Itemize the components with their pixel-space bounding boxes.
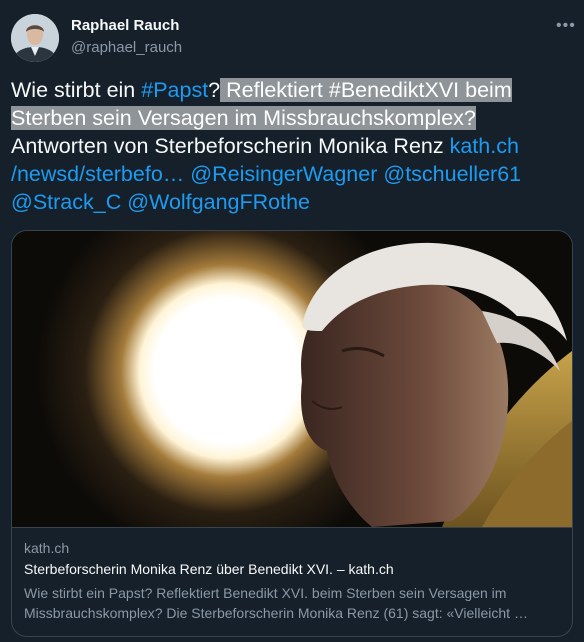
tweet-line-1: Wie stirbt ein #Papst? Reflektiert #Bene… (11, 76, 573, 104)
tweet-line-2: Sterben sein Versagen im Missbrauchskomp… (11, 104, 573, 132)
card-meta[interactable]: kath.ch Sterbeforscherin Monika Renz übe… (12, 527, 572, 621)
author-handle[interactable]: @raphael_rauch (71, 39, 182, 56)
mention-wolfgangfrothe[interactable]: @WolfgangFRothe (121, 190, 310, 214)
tweet-text: Wie stirbt ein #Papst? Reflektiert #Bene… (11, 76, 573, 216)
tweet-body-text: Antworten von Sterbeforscherin Monika Re… (11, 134, 450, 158)
tweet-line-5: @Strack_C @WolfgangFRothe (11, 188, 573, 216)
card-title[interactable]: Sterbeforscherin Monika Renz über Benedi… (24, 561, 394, 577)
mention-reisingerwagner[interactable]: @ReisingerWagner (184, 162, 377, 186)
mention-tschueller61[interactable]: @tschueller61 (377, 162, 521, 186)
card-domain: kath.ch (24, 540, 70, 556)
author-name[interactable]: Raphael Rauch (71, 17, 179, 34)
highlighted-text-1: Reflektiert #BenediktXVI beim (220, 78, 512, 102)
card-description: Wie stirbt ein Papst? Reflektiert Benedi… (24, 585, 528, 621)
avatar-photo-icon (11, 14, 59, 62)
tweet-intro-text: Wie stirbt ein (11, 78, 142, 102)
tweet-question-mark: ? (208, 78, 221, 102)
mention-strack-c[interactable]: @Strack_C (11, 190, 121, 214)
highlighted-text-2: Sterben sein Versagen im Missbrauchskomp… (11, 106, 476, 130)
hashtag-papst-link[interactable]: #Papst (141, 78, 208, 102)
link-preview-card[interactable]: kath.ch Sterbeforscherin Monika Renz übe… (11, 230, 573, 637)
card-image[interactable] (12, 231, 572, 527)
card-photo-icon (12, 231, 572, 527)
tweet-line-3: Antworten von Sterbeforscherin Monika Re… (11, 132, 573, 160)
author-avatar[interactable] (11, 14, 59, 62)
more-options-icon[interactable]: ••• (556, 17, 576, 35)
article-link-part-2[interactable]: /newsd/sterbefo… (11, 162, 184, 186)
tweet-line-4: /newsd/sterbefo… @ReisingerWagner @tschu… (11, 160, 573, 188)
article-link-part-1[interactable]: kath.ch (450, 134, 519, 158)
